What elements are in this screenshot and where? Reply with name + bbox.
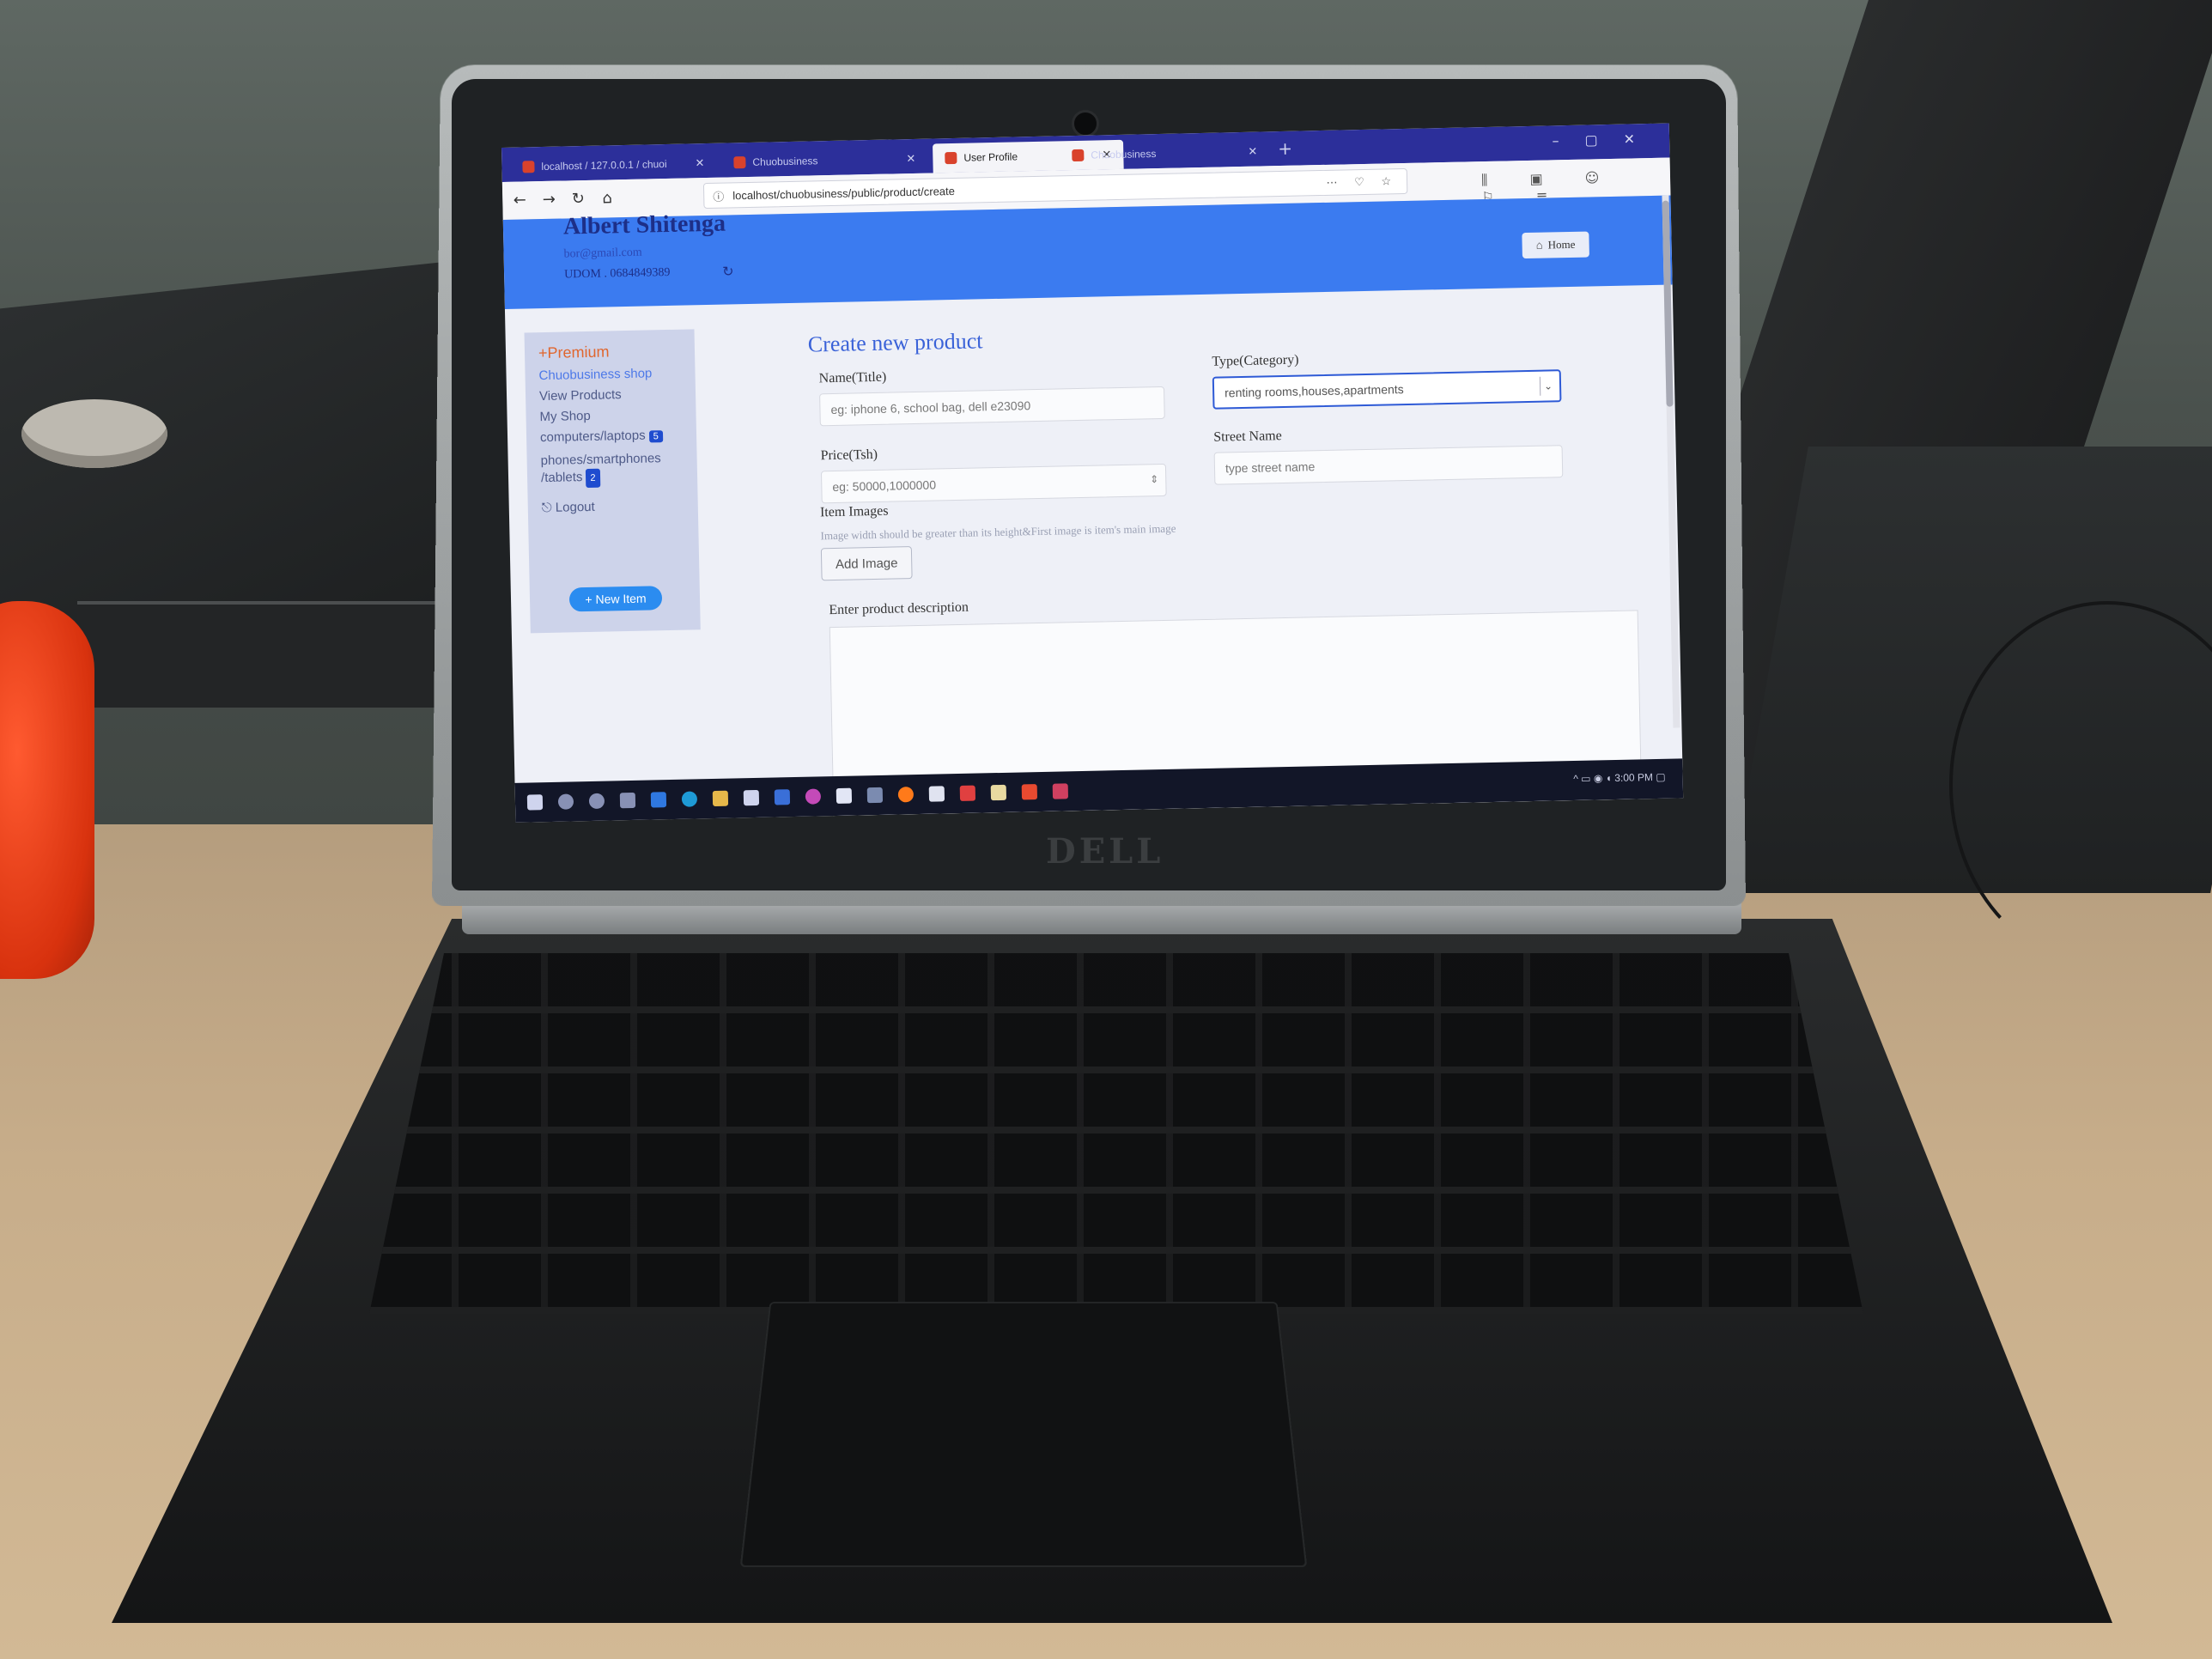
keyboard-rows bbox=[369, 953, 1863, 1314]
browser-tab[interactable]: Chuobusiness ✕ bbox=[721, 144, 928, 178]
close-tab-icon[interactable]: ✕ bbox=[906, 152, 915, 166]
sidebar-item-shop[interactable]: Chuobusiness shop bbox=[538, 366, 652, 383]
app-icon[interactable] bbox=[1022, 784, 1037, 799]
images-hint: Image width should be greater than its h… bbox=[820, 522, 1176, 544]
clock: 3:00 PM bbox=[1614, 771, 1653, 784]
count-badge: 2 bbox=[586, 469, 600, 488]
description-label: Enter product description bbox=[829, 600, 969, 618]
name-label: Name(Title) bbox=[819, 370, 887, 387]
tab-favicon-icon bbox=[1072, 149, 1084, 161]
price-input[interactable]: eg: 50000,1000000 ⇕ bbox=[821, 464, 1167, 503]
app-icon[interactable] bbox=[991, 785, 1006, 800]
count-badge: 5 bbox=[649, 430, 663, 442]
name-input[interactable]: eg: iphone 6, school bag, dell e23090 bbox=[819, 386, 1165, 426]
street-label: Street Name bbox=[1213, 428, 1282, 446]
app-icon[interactable] bbox=[805, 788, 821, 804]
street-input[interactable]: type street name bbox=[1214, 445, 1564, 484]
app-icon[interactable] bbox=[929, 786, 945, 801]
laptop-logo: DELL bbox=[1046, 831, 1149, 866]
new-item-button[interactable]: + New Item bbox=[569, 586, 663, 611]
refresh-icon[interactable]: ↻ bbox=[722, 263, 734, 279]
browser-tab[interactable]: Chuobusiness ✕ bbox=[1060, 137, 1270, 170]
webcam bbox=[1072, 110, 1099, 137]
touchpad bbox=[740, 1302, 1308, 1567]
app-icon[interactable] bbox=[960, 786, 975, 801]
reload-icon[interactable]: ↻ bbox=[566, 187, 591, 212]
add-image-button[interactable]: Add Image bbox=[821, 546, 913, 580]
laptop-screen: localhost / 127.0.0.1 / chuoi ✕ Chuobusi… bbox=[501, 124, 1683, 823]
vscode-icon[interactable] bbox=[651, 792, 666, 807]
windows-start-icon[interactable] bbox=[527, 794, 543, 810]
browser-tab[interactable]: localhost / 127.0.0.1 / chuoi ✕ bbox=[510, 149, 717, 182]
user-name: Albert Shitenga bbox=[563, 210, 726, 241]
sidebar-item-view-products[interactable]: View Products bbox=[539, 387, 622, 404]
back-icon[interactable]: ← bbox=[507, 188, 532, 213]
profile-header: Albert Shitenga bor@gmail.com UDOM . 068… bbox=[503, 195, 1673, 308]
page-info-icon[interactable]: ⓘ bbox=[713, 187, 724, 204]
forward-icon[interactable]: → bbox=[537, 188, 562, 213]
app-icon[interactable] bbox=[867, 787, 883, 803]
url-text: localhost/chuobusiness/public/product/cr… bbox=[732, 184, 955, 201]
logout-icon: ⎋ bbox=[542, 501, 552, 515]
file-explorer-icon[interactable] bbox=[713, 791, 728, 806]
notifications-icon[interactable]: ▢ bbox=[1656, 771, 1666, 783]
red-object bbox=[0, 601, 94, 979]
sidebar-item-my-shop[interactable]: My Shop bbox=[539, 409, 591, 424]
sidebar-item-logout[interactable]: ⎋ Logout bbox=[542, 500, 595, 515]
sidebar-item-computers[interactable]: computers/laptops 5 bbox=[540, 428, 663, 445]
price-label: Price(Tsh) bbox=[820, 447, 878, 464]
search-icon[interactable] bbox=[558, 793, 574, 809]
type-select[interactable]: renting rooms,houses,apartments ⌄ bbox=[1212, 369, 1562, 409]
chevron-down-icon[interactable]: ⌄ bbox=[1540, 376, 1556, 395]
house-icon: ⌂ bbox=[1536, 239, 1543, 252]
close-tab-icon[interactable]: ✕ bbox=[1248, 145, 1257, 159]
tab-favicon-icon bbox=[733, 156, 745, 168]
sidebar-item-premium[interactable]: +Premium bbox=[538, 343, 610, 362]
page-actions-icon[interactable]: ⋯ ♡ ☆ bbox=[1326, 174, 1398, 190]
home-icon[interactable]: ⌂ bbox=[595, 186, 620, 211]
task-view-icon[interactable] bbox=[620, 793, 635, 808]
pen-icon[interactable] bbox=[836, 788, 852, 804]
tab-favicon-icon bbox=[522, 161, 534, 173]
tray-icons[interactable]: ^ ▭ ◉ ◖ bbox=[1573, 772, 1614, 785]
stepper-icon[interactable]: ⇕ bbox=[1150, 473, 1158, 485]
home-button[interactable]: ⌂ Home bbox=[1522, 232, 1589, 259]
cortana-icon[interactable] bbox=[589, 793, 605, 809]
new-tab-icon[interactable]: + bbox=[1278, 138, 1292, 159]
edge-icon[interactable] bbox=[682, 791, 697, 806]
tape-roll bbox=[21, 399, 167, 468]
window-controls[interactable]: –▢✕ bbox=[1552, 131, 1661, 149]
type-label: Type(Category) bbox=[1212, 353, 1298, 370]
user-phone: UDOM . 0684849389 bbox=[564, 266, 671, 283]
page-title: Create new product bbox=[808, 328, 983, 357]
tab-favicon-icon bbox=[945, 152, 957, 164]
app-icon[interactable] bbox=[1053, 783, 1068, 799]
firefox-icon[interactable] bbox=[898, 787, 914, 802]
sidebar: +Premium Chuobusiness shop View Products… bbox=[525, 329, 701, 633]
left-laptop-base bbox=[77, 601, 489, 708]
close-tab-icon[interactable]: ✕ bbox=[695, 156, 704, 170]
store-icon[interactable] bbox=[744, 790, 759, 805]
system-tray[interactable]: ^ ▭ ◉ ◖ 3:00 PM ▢ bbox=[1573, 771, 1666, 785]
user-email: bor@gmail.com bbox=[563, 246, 641, 262]
images-label: Item Images bbox=[820, 504, 889, 521]
mail-icon[interactable] bbox=[775, 789, 790, 805]
sidebar-item-phones[interactable]: phones/smartphones /tablets 2 bbox=[540, 450, 687, 489]
